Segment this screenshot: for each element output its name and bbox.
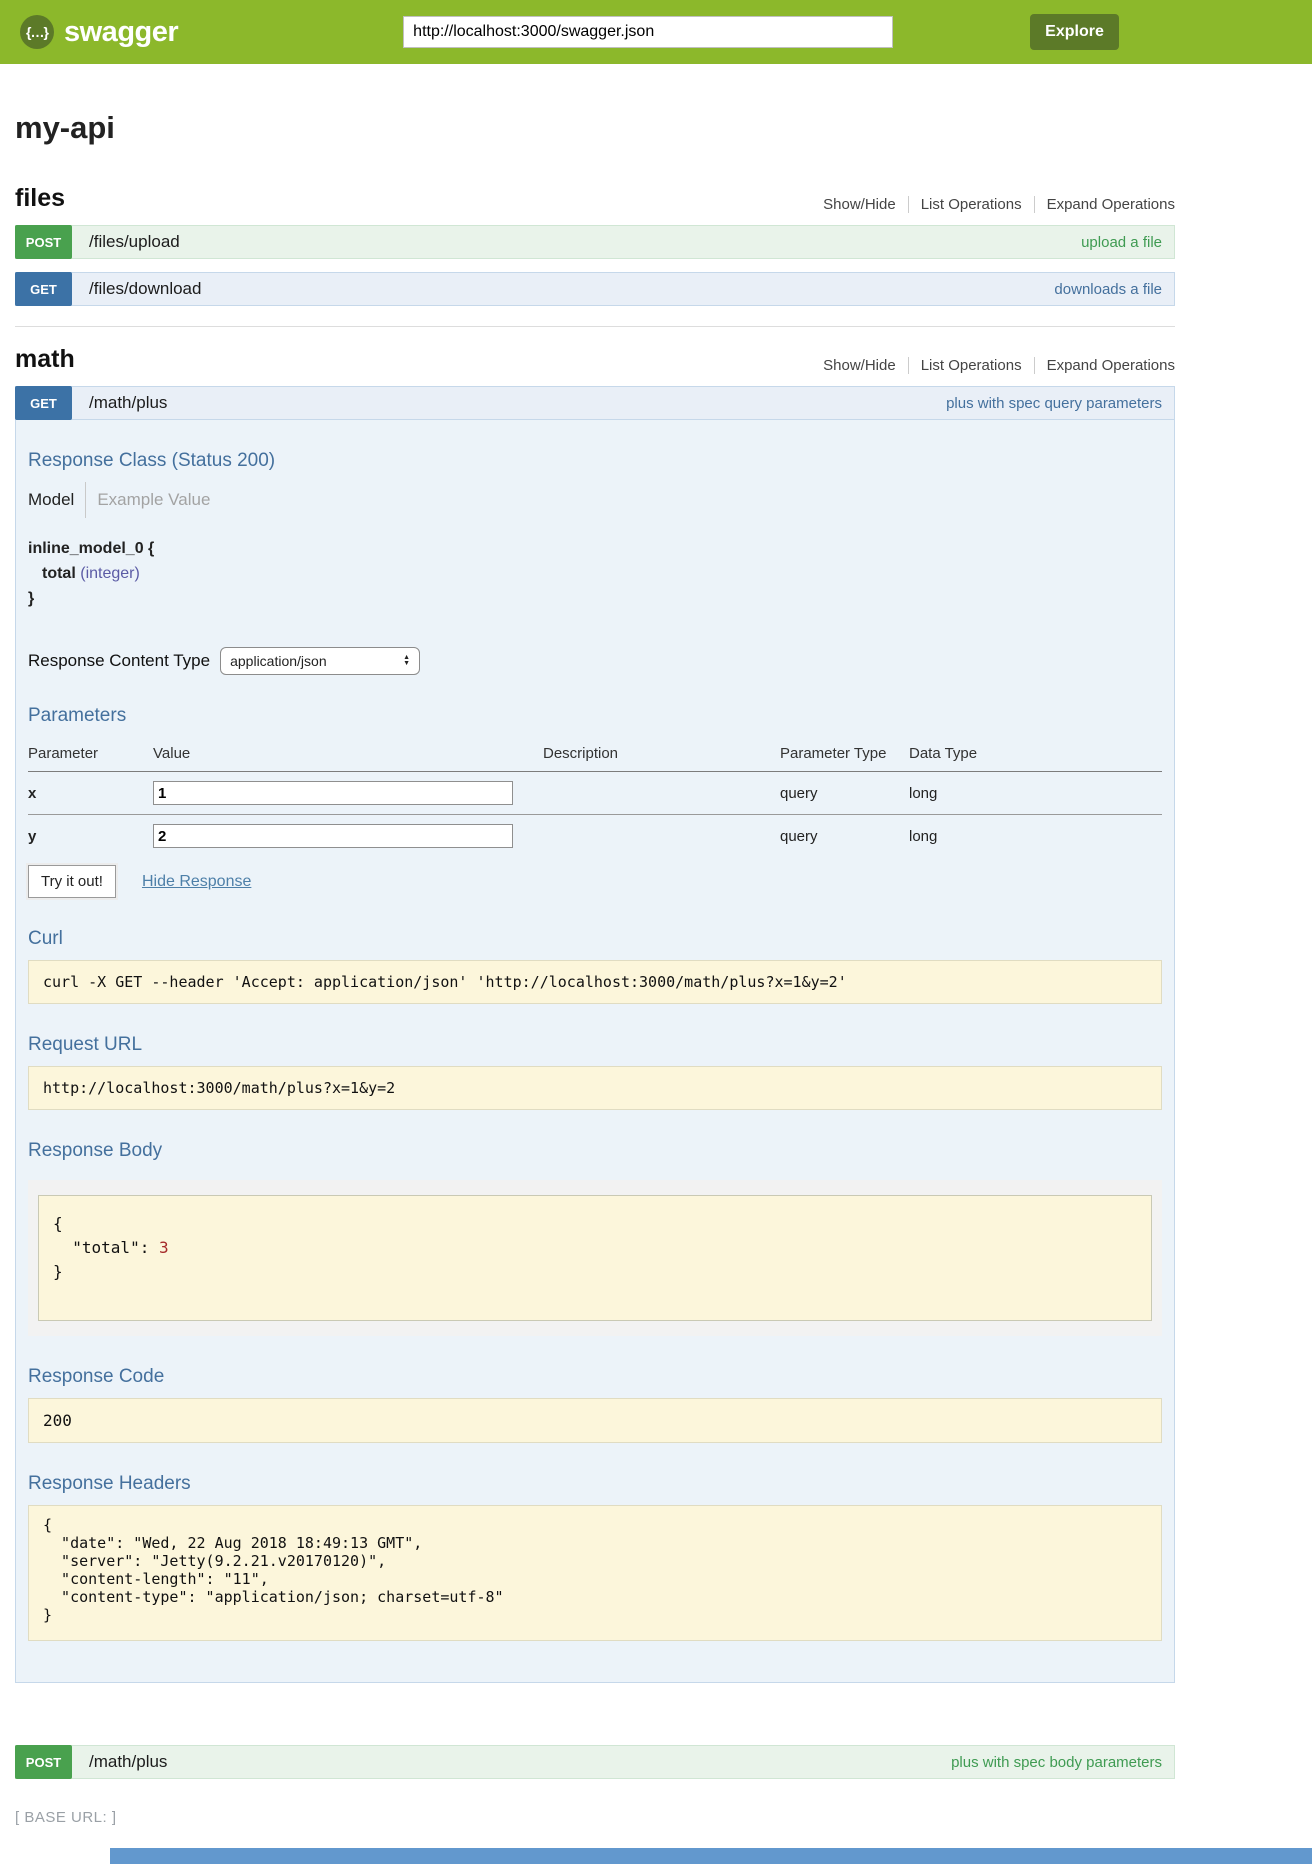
property-type: (integer) [80, 565, 140, 582]
param-type: query [780, 772, 909, 815]
list-operations-link[interactable]: List Operations [908, 357, 1034, 374]
section-controls-math: Show/Hide List Operations Expand Operati… [811, 357, 1175, 374]
footer-bar [110, 1848, 1312, 1864]
try-it-out-button[interactable]: Try it out! [28, 865, 116, 898]
method-badge-get[interactable]: GET [15, 272, 72, 306]
response-code-value[interactable]: 200 [28, 1398, 1162, 1443]
col-header-parameter-type: Parameter Type [780, 737, 909, 772]
param-description [543, 815, 780, 858]
operation-summary[interactable]: plus with spec query parameters [946, 387, 1162, 419]
section-head-files: files Show/Hide List Operations Expand O… [15, 184, 1175, 213]
request-url-value[interactable]: http://localhost:3000/math/plus?x=1&y=2 [28, 1066, 1162, 1110]
operation-path[interactable]: /files/upload [89, 226, 180, 258]
header-bar: {…} swagger Explore [0, 0, 1312, 64]
param-description [543, 772, 780, 815]
arrow-down-icon: ▼ [403, 661, 410, 667]
operation-summary[interactable]: plus with spec body parameters [951, 1746, 1162, 1778]
model-property: total (integer) [42, 561, 1162, 586]
response-body-heading: Response Body [28, 1140, 1162, 1162]
curl-command[interactable]: curl -X GET --header 'Accept: applicatio… [28, 960, 1162, 1004]
method-badge-get[interactable]: GET [15, 386, 72, 420]
curl-heading: Curl [28, 928, 1162, 950]
section-head-math: math Show/Hide List Operations Expand Op… [15, 345, 1175, 374]
response-content-type-row: Response Content Type application/json ▲… [28, 647, 1162, 675]
operation-path[interactable]: /math/plus [89, 387, 167, 419]
response-content-type-select[interactable]: application/json ▲ ▼ [220, 647, 420, 675]
param-data-type: long [909, 815, 1162, 858]
section-divider [15, 326, 1175, 327]
response-class-heading: Response Class (Status 200) [28, 450, 1162, 472]
table-row: x query long [28, 772, 1162, 815]
operation-row-files-download[interactable]: GET /files/download downloads a file [15, 272, 1175, 306]
tab-example-value[interactable]: Example Value [86, 490, 210, 510]
response-headers-heading: Response Headers [28, 1473, 1162, 1495]
param-name-y: y [28, 815, 153, 858]
swagger-logo-icon: {…} [20, 15, 54, 49]
try-it-out-row: Try it out! Hide Response [28, 865, 1162, 898]
selected-content-type: application/json [230, 653, 327, 669]
select-arrows-icon: ▲ ▼ [403, 655, 410, 667]
param-value-input-y[interactable] [153, 824, 513, 848]
api-title: my-api [15, 110, 1175, 146]
section-title-files[interactable]: files [15, 184, 65, 213]
param-type: query [780, 815, 909, 858]
operation-detail-panel: Response Class (Status 200) Model Exampl… [15, 420, 1175, 1683]
param-data-type: long [909, 772, 1162, 815]
hide-response-link[interactable]: Hide Response [142, 873, 251, 891]
response-body-json[interactable]: { "total": 3 } [38, 1195, 1152, 1321]
col-header-description: Description [543, 737, 780, 772]
section-title-math[interactable]: math [15, 345, 75, 374]
model-name: inline_model_0 { [28, 536, 1162, 561]
tab-model[interactable]: Model [28, 490, 85, 510]
method-badge-post[interactable]: POST [15, 225, 72, 259]
expand-operations-link[interactable]: Expand Operations [1034, 357, 1175, 374]
list-operations-link[interactable]: List Operations [908, 196, 1034, 213]
response-headers-json[interactable]: { "date": "Wed, 22 Aug 2018 18:49:13 GMT… [28, 1505, 1162, 1641]
base-url-label: [ BASE URL: ] [15, 1809, 1175, 1826]
table-row: y query long [28, 815, 1162, 858]
swagger-logo[interactable]: {…} swagger [20, 15, 178, 49]
json-open-brace: { [53, 1214, 63, 1233]
response-content-type-label: Response Content Type [28, 651, 210, 671]
operation-summary[interactable]: upload a file [1081, 226, 1162, 258]
request-url-heading: Request URL [28, 1034, 1162, 1056]
operation-row-math-plus-post[interactable]: POST /math/plus plus with spec body para… [15, 1745, 1175, 1779]
model-tabs: Model Example Value [28, 482, 1162, 518]
response-body-wrap: { "total": 3 } [28, 1180, 1162, 1336]
explore-button[interactable]: Explore [1030, 14, 1119, 50]
operation-path[interactable]: /math/plus [89, 1746, 167, 1778]
expand-operations-link[interactable]: Expand Operations [1034, 196, 1175, 213]
spec-url-input[interactable] [403, 16, 893, 48]
response-code-heading: Response Code [28, 1366, 1162, 1388]
col-header-data-type: Data Type [909, 737, 1162, 772]
swagger-logo-text: swagger [64, 16, 178, 49]
show-hide-link[interactable]: Show/Hide [811, 357, 908, 374]
property-name: total [42, 565, 76, 582]
json-key: "total": [53, 1238, 159, 1257]
col-header-value: Value [153, 737, 543, 772]
parameters-header-row: Parameter Value Description Parameter Ty… [28, 737, 1162, 772]
param-name-x: x [28, 772, 153, 815]
operation-summary[interactable]: downloads a file [1054, 273, 1162, 305]
operation-path[interactable]: /files/download [89, 273, 201, 305]
content-wrap: my-api files Show/Hide List Operations E… [15, 110, 1175, 1826]
param-value-input-x[interactable] [153, 781, 513, 805]
parameters-table: Parameter Value Description Parameter Ty… [28, 737, 1162, 857]
method-badge-post[interactable]: POST [15, 1745, 72, 1779]
operation-row-math-plus-get[interactable]: GET /math/plus plus with spec query para… [15, 386, 1175, 420]
model-signature: inline_model_0 { total (integer) } [28, 536, 1162, 611]
json-value: 3 [159, 1238, 169, 1257]
operation-row-files-upload[interactable]: POST /files/upload upload a file [15, 225, 1175, 259]
parameters-heading: Parameters [28, 705, 1162, 727]
section-controls-files: Show/Hide List Operations Expand Operati… [811, 196, 1175, 213]
col-header-parameter: Parameter [28, 737, 153, 772]
show-hide-link[interactable]: Show/Hide [811, 196, 908, 213]
model-close-brace: } [28, 586, 1162, 611]
json-close-brace: } [53, 1262, 63, 1281]
